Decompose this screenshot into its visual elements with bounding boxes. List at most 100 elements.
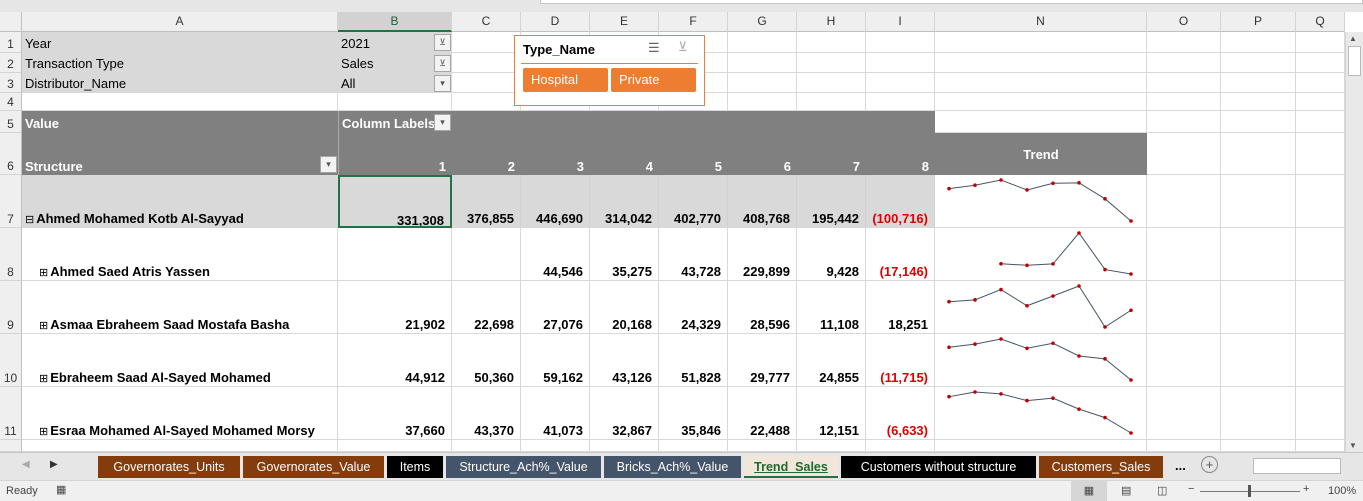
cell[interactable] bbox=[1147, 133, 1221, 175]
cell[interactable] bbox=[1147, 228, 1221, 281]
horizontal-scrollbar[interactable] bbox=[1253, 458, 1341, 474]
cell[interactable] bbox=[728, 93, 797, 111]
value-cell[interactable]: 9,428 bbox=[797, 228, 866, 281]
cell[interactable] bbox=[1296, 133, 1345, 175]
cell[interactable] bbox=[935, 73, 1147, 93]
filter-dropdown-icon[interactable]: ▾ bbox=[434, 75, 451, 92]
value-cell[interactable]: 29,777 bbox=[728, 334, 797, 387]
cell[interactable] bbox=[1221, 111, 1296, 133]
cell[interactable] bbox=[728, 53, 797, 73]
row-header[interactable]: 4 bbox=[0, 93, 22, 111]
value-cell[interactable]: 43,126 bbox=[590, 334, 659, 387]
column-header-H[interactable]: H bbox=[797, 12, 866, 32]
cell[interactable] bbox=[1147, 281, 1221, 334]
column-labels-dropdown-icon[interactable]: ▾ bbox=[434, 114, 451, 131]
column-header-F[interactable]: F bbox=[659, 12, 728, 32]
select-all-button[interactable] bbox=[0, 12, 22, 32]
value-cell[interactable]: 20,168 bbox=[590, 281, 659, 334]
filter-applied-dropdown-icon[interactable]: ⊻ bbox=[434, 34, 451, 51]
cell[interactable] bbox=[728, 440, 797, 452]
value-cell[interactable]: 28,596 bbox=[728, 281, 797, 334]
row-header[interactable]: 7 bbox=[0, 175, 22, 228]
cell[interactable] bbox=[338, 440, 452, 452]
cell[interactable] bbox=[1221, 334, 1296, 387]
column-header-E[interactable]: E bbox=[590, 12, 659, 32]
value-cell[interactable]: 37,660 bbox=[338, 387, 452, 440]
cell[interactable] bbox=[22, 93, 338, 111]
zoom-in-button[interactable]: + bbox=[1303, 483, 1309, 495]
cell[interactable] bbox=[797, 93, 866, 111]
row-header[interactable]: 5 bbox=[0, 111, 22, 133]
structure-dropdown-icon[interactable]: ▾ bbox=[320, 156, 337, 173]
page-layout-view-icon[interactable]: ▤ bbox=[1121, 484, 1131, 497]
column-header-O[interactable]: O bbox=[1147, 12, 1221, 32]
cell[interactable] bbox=[1221, 228, 1296, 281]
cell[interactable] bbox=[1221, 387, 1296, 440]
column-header-G[interactable]: G bbox=[728, 12, 797, 32]
value-cell[interactable]: 35,846 bbox=[659, 387, 728, 440]
value-cell[interactable]: 44,546 bbox=[521, 228, 590, 281]
cell[interactable] bbox=[1221, 53, 1296, 73]
multi-select-icon[interactable]: ☰ bbox=[648, 40, 660, 56]
cell[interactable] bbox=[1147, 53, 1221, 73]
cell[interactable] bbox=[1147, 111, 1221, 133]
cell[interactable] bbox=[728, 73, 797, 93]
cell[interactable] bbox=[1147, 334, 1221, 387]
value-cell[interactable]: 22,698 bbox=[452, 281, 521, 334]
cell[interactable] bbox=[1296, 175, 1345, 228]
cell[interactable] bbox=[1221, 93, 1296, 111]
slicer-item-hospital[interactable]: Hospital bbox=[523, 68, 608, 92]
cell[interactable] bbox=[1296, 32, 1345, 53]
expand-icon[interactable]: ⊞ bbox=[39, 426, 48, 438]
value-cell[interactable]: 21,902 bbox=[338, 281, 452, 334]
value-cell[interactable]: 11,108 bbox=[797, 281, 866, 334]
value-cell[interactable]: (17,146) bbox=[866, 228, 935, 281]
column-header-C[interactable]: C bbox=[452, 12, 521, 32]
row-label[interactable]: ⊞ Asmaa Ebraheem Saad Mostafa Basha bbox=[22, 281, 338, 334]
cell[interactable] bbox=[1147, 93, 1221, 111]
more-tabs[interactable]: ... bbox=[1175, 458, 1186, 473]
value-cell[interactable]: 24,855 bbox=[797, 334, 866, 387]
value-cell[interactable]: 402,770 bbox=[659, 175, 728, 228]
cell[interactable] bbox=[1296, 73, 1345, 93]
value-cell[interactable]: 43,728 bbox=[659, 228, 728, 281]
column-header-P[interactable]: P bbox=[1221, 12, 1296, 32]
cell[interactable] bbox=[1296, 334, 1345, 387]
value-cell[interactable]: 24,329 bbox=[659, 281, 728, 334]
expand-icon[interactable]: ⊞ bbox=[39, 267, 48, 279]
value-cell[interactable] bbox=[452, 228, 521, 281]
expand-icon[interactable]: ⊞ bbox=[39, 373, 48, 385]
vertical-scrollbar[interactable]: ▲ ▼ bbox=[1345, 32, 1363, 452]
clear-filter-icon[interactable]: ⊻ bbox=[678, 39, 688, 55]
cell[interactable] bbox=[1147, 387, 1221, 440]
cell[interactable] bbox=[452, 53, 521, 73]
cell[interactable] bbox=[452, 73, 521, 93]
sheet-tab[interactable]: Customers_Sales bbox=[1039, 456, 1163, 478]
sheet-tab[interactable]: Governorates_Value bbox=[243, 456, 384, 478]
row-label[interactable]: ⊞ Ebraheem Saad Al-Sayed Mohamed bbox=[22, 334, 338, 387]
value-cell[interactable]: 44,912 bbox=[338, 334, 452, 387]
scroll-tabs-right-icon[interactable]: ▶ bbox=[50, 459, 58, 470]
cell[interactable] bbox=[1296, 111, 1345, 133]
scroll-tabs-left-icon[interactable]: ◀ bbox=[22, 459, 30, 470]
sheet-tab[interactable]: Customers without structure bbox=[841, 456, 1036, 478]
row-label[interactable]: ⊞ Ahmed Saed Atris Yassen bbox=[22, 228, 338, 281]
cell[interactable] bbox=[935, 53, 1147, 73]
cell[interactable] bbox=[452, 93, 521, 111]
value-cell[interactable]: 18,251 bbox=[866, 281, 935, 334]
page-break-view-icon[interactable]: ◫ bbox=[1157, 484, 1167, 497]
value-cell[interactable]: 12,151 bbox=[797, 387, 866, 440]
zoom-out-button[interactable]: − bbox=[1188, 483, 1194, 495]
row-header[interactable]: 10 bbox=[0, 334, 22, 387]
sheet-tab[interactable]: Governorates_Units bbox=[98, 456, 240, 478]
value-cell[interactable]: 376,855 bbox=[452, 175, 521, 228]
value-cell[interactable]: 22,488 bbox=[728, 387, 797, 440]
value-cell[interactable]: 50,360 bbox=[452, 334, 521, 387]
cell[interactable] bbox=[338, 93, 452, 111]
value-cell[interactable]: 408,768 bbox=[728, 175, 797, 228]
column-header-I[interactable]: I bbox=[866, 12, 935, 32]
value-cell[interactable]: 43,370 bbox=[452, 387, 521, 440]
column-header-A[interactable]: A bbox=[22, 12, 338, 32]
row-label[interactable]: ⊞ Esraa Mohamed Al-Sayed Mohamed Morsy bbox=[22, 387, 338, 440]
row-header[interactable]: 11 bbox=[0, 387, 22, 440]
